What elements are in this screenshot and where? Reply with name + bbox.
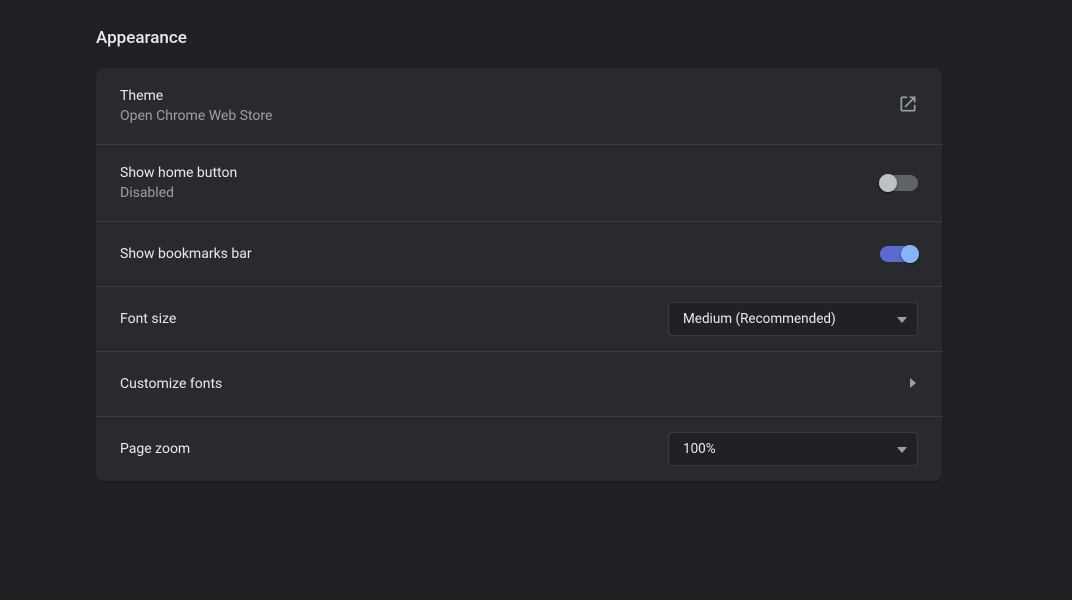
open-in-new-icon [898,94,918,118]
page-zoom-row: Page zoom 100% [96,416,942,481]
show-bookmarks-bar-label: Show bookmarks bar [120,246,252,262]
customize-fonts-row[interactable]: Customize fonts [96,351,942,416]
customize-fonts-label: Customize fonts [120,376,222,392]
font-size-label: Font size [120,311,176,327]
show-home-button-sublabel: Disabled [120,185,237,201]
chevron-right-icon [908,376,918,392]
appearance-panel: Theme Open Chrome Web Store Show home bu… [96,68,942,481]
page-zoom-select[interactable]: 100% [668,432,918,466]
page-zoom-value: 100% [683,441,716,457]
theme-sublabel: Open Chrome Web Store [120,108,272,124]
caret-down-icon [897,311,907,327]
theme-label: Theme [120,88,272,104]
font-size-select[interactable]: Medium (Recommended) [668,302,918,336]
section-title-appearance: Appearance [96,28,1072,48]
show-bookmarks-bar-row: Show bookmarks bar [96,221,942,286]
show-bookmarks-bar-toggle[interactable] [880,246,918,262]
show-home-button-row: Show home button Disabled [96,144,942,221]
caret-down-icon [897,441,907,457]
show-home-button-toggle[interactable] [880,175,918,191]
font-size-value: Medium (Recommended) [683,311,836,327]
theme-row[interactable]: Theme Open Chrome Web Store [96,68,942,144]
font-size-row: Font size Medium (Recommended) [96,286,942,351]
show-home-button-label: Show home button [120,165,237,181]
page-zoom-label: Page zoom [120,441,190,457]
